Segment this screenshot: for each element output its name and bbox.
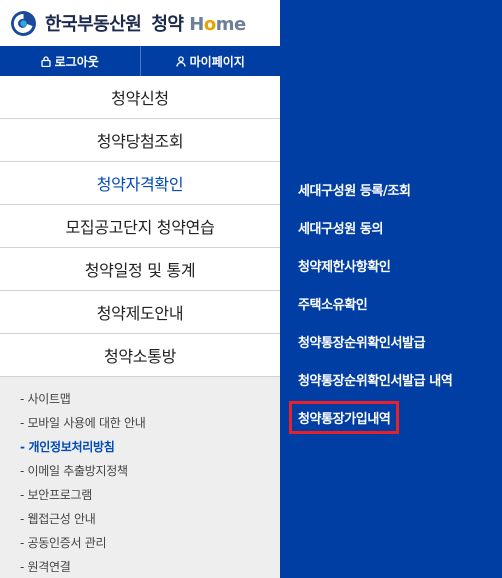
highlight-box: 청약통장가입내역 bbox=[289, 400, 400, 434]
main-menu: 청약신청 청약당첨조회 청약자격확인 모집공고단지 청약연습 청약일정 및 통계… bbox=[0, 76, 280, 377]
menu-item-system-guide[interactable]: 청약제도안내 bbox=[0, 291, 280, 334]
footer-link-accessibility[interactable]: - 웹접근성 안내 bbox=[20, 506, 280, 530]
submenu-item-restriction-check[interactable]: 청약제한사항확인 bbox=[298, 246, 452, 284]
submenu-item-household-register[interactable]: 세대구성원 등록/조회 bbox=[298, 170, 452, 208]
side-menu-panel: 한국부동산원 청약 Home 로그아웃 마이페이지 청약신청 청약당첨조회 청약… bbox=[0, 0, 280, 578]
menu-item-apply[interactable]: 청약신청 bbox=[0, 76, 280, 119]
util-bar: 로그아웃 마이페이지 bbox=[0, 46, 280, 76]
submenu-item-rank-certificate[interactable]: 청약통장순위확인서발급 bbox=[298, 322, 452, 360]
footer-link-sitemap[interactable]: - 사이트맵 bbox=[20, 386, 280, 410]
lock-icon bbox=[41, 55, 51, 67]
footer-links: - 사이트맵 - 모바일 사용에 대한 안내 - 개인정보처리방침 - 이메일 … bbox=[0, 377, 280, 578]
service-name: 청약 bbox=[151, 14, 184, 35]
service-logo[interactable]: 청약 Home bbox=[151, 10, 246, 36]
menu-item-qualification-check[interactable]: 청약자격확인 bbox=[0, 162, 280, 205]
footer-link-mobile-guide[interactable]: - 모바일 사용에 대한 안내 bbox=[20, 410, 280, 434]
brand-name[interactable]: 한국부동산원 bbox=[45, 10, 142, 36]
submenu-item-house-ownership[interactable]: 주택소유확인 bbox=[298, 284, 452, 322]
menu-item-practice[interactable]: 모집공고단지 청약연습 bbox=[0, 205, 280, 248]
footer-link-certificate[interactable]: - 공동인증서 관리 bbox=[20, 530, 280, 554]
menu-item-winning-check[interactable]: 청약당첨조회 bbox=[0, 119, 280, 162]
home-letter-h: H bbox=[189, 14, 204, 35]
menu-item-community[interactable]: 청약소통방 bbox=[0, 334, 280, 377]
person-icon bbox=[175, 55, 186, 67]
footer-link-privacy-policy[interactable]: - 개인정보처리방침 bbox=[20, 434, 280, 458]
submenu-item-account-history[interactable]: 청약통장가입내역 bbox=[289, 398, 452, 436]
reb-logo-icon bbox=[10, 10, 37, 37]
submenu-panel: 세대구성원 등록/조회 세대구성원 동의 청약제한사항확인 주택소유확인 청약통… bbox=[280, 0, 502, 578]
home-letter-o: o bbox=[203, 14, 216, 35]
submenu-list: 세대구성원 등록/조회 세대구성원 동의 청약제한사항확인 주택소유확인 청약통… bbox=[289, 170, 453, 436]
home-letters-me: me bbox=[215, 14, 246, 35]
menu-item-schedule-stats[interactable]: 청약일정 및 통계 bbox=[0, 248, 280, 291]
footer-link-email-policy[interactable]: - 이메일 추출방지정책 bbox=[20, 458, 280, 482]
submenu-item-household-consent[interactable]: 세대구성원 동의 bbox=[298, 208, 452, 246]
logout-label: 로그아웃 bbox=[54, 54, 99, 69]
submenu-item-account-history-label: 청약통장가입내역 bbox=[298, 411, 391, 427]
submenu-item-rank-certificate-history[interactable]: 청약통장순위확인서발급 내역 bbox=[298, 360, 453, 398]
footer-link-security-program[interactable]: - 보안프로그램 bbox=[20, 482, 280, 506]
logout-button[interactable]: 로그아웃 bbox=[0, 46, 140, 76]
mypage-label: 마이페이지 bbox=[189, 54, 245, 69]
mypage-button[interactable]: 마이페이지 bbox=[139, 46, 281, 76]
footer-link-remote[interactable]: - 원격연결 bbox=[20, 554, 280, 578]
header: 한국부동산원 청약 Home bbox=[0, 0, 280, 46]
